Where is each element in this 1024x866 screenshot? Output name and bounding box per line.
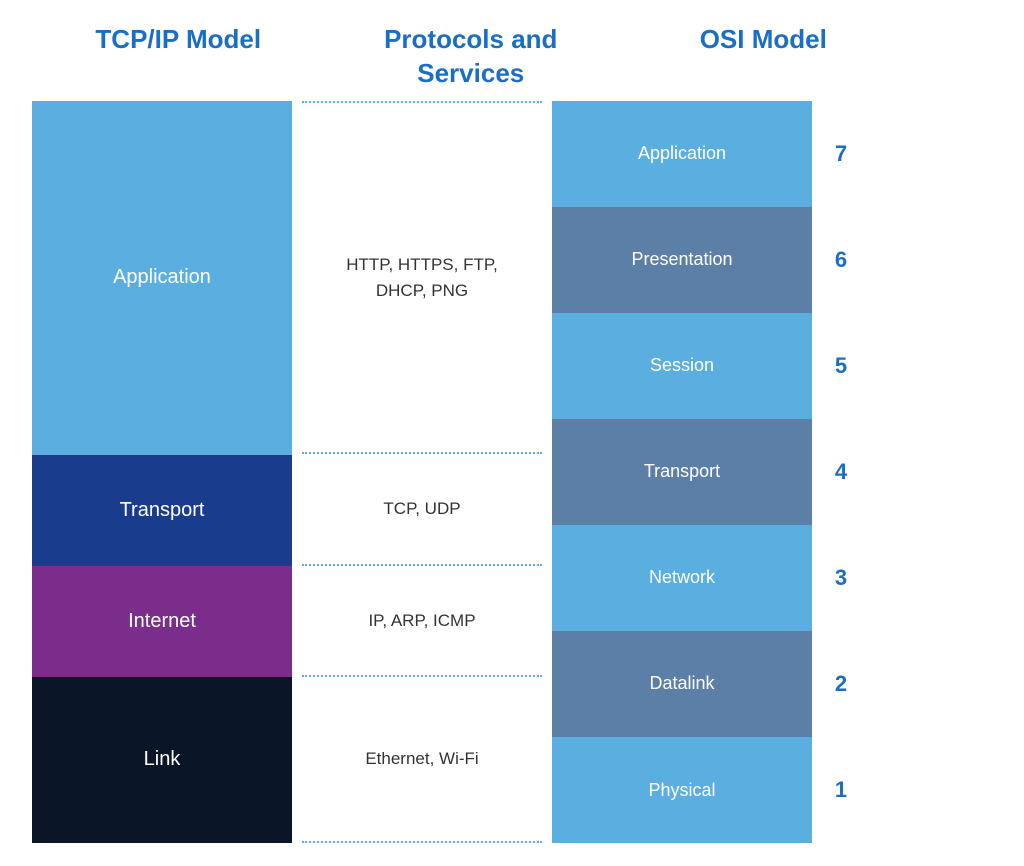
osi-number-2: 2	[820, 631, 862, 737]
app-protocols-text: HTTP, HTTPS, FTP,DHCP, PNG	[346, 252, 497, 303]
tcpip-title: TCP/IP Model	[48, 23, 308, 91]
tcpip-column: Application Transport Internet Link	[32, 101, 292, 843]
osi-number-5: 5	[820, 313, 862, 419]
dotted-line-bottom	[302, 841, 542, 843]
osi-number-6: 6	[820, 207, 862, 313]
osi-layer-1: Physical	[552, 737, 812, 843]
diagram: TCP/IP Model Protocols andServices OSI M…	[32, 23, 992, 843]
tcpip-internet-layer: Internet	[32, 566, 292, 677]
osi-layer-2: Datalink	[552, 631, 812, 737]
osi-numbers-column: 7 6 5 4 3 2 1	[812, 101, 862, 843]
osi-layer-4: Transport	[552, 419, 812, 525]
transport-protocols-section: TCP, UDP	[302, 454, 542, 563]
headers-row: TCP/IP Model Protocols andServices OSI M…	[32, 23, 992, 91]
osi-layer-6: Presentation	[552, 207, 812, 313]
tcpip-transport-layer: Transport	[32, 455, 292, 566]
transport-protocols-text: TCP, UDP	[383, 496, 460, 522]
osi-layer-5: Session	[552, 313, 812, 419]
osi-number-4: 4	[820, 419, 862, 525]
protocols-column: HTTP, HTTPS, FTP,DHCP, PNG TCP, UDP IP, …	[292, 101, 552, 843]
content-area: Application Transport Internet Link HTTP…	[32, 101, 992, 843]
protocols-title: Protocols andServices	[341, 23, 601, 91]
osi-number-3: 3	[820, 525, 862, 631]
osi-column: Application Presentation Session Transpo…	[552, 101, 812, 843]
osi-layer-7: Application	[552, 101, 812, 207]
internet-protocols-text: IP, ARP, ICMP	[368, 608, 475, 634]
osi-number-7: 7	[820, 101, 862, 207]
link-protocols-section: Ethernet, Wi-Fi	[302, 677, 542, 841]
osi-layer-3: Network	[552, 525, 812, 631]
app-protocols-section: HTTP, HTTPS, FTP,DHCP, PNG	[302, 103, 542, 453]
tcpip-application-layer: Application	[32, 101, 292, 456]
osi-number-1: 1	[820, 737, 862, 843]
internet-protocols-section: IP, ARP, ICMP	[302, 566, 542, 675]
tcpip-link-layer: Link	[32, 677, 292, 843]
link-protocols-text: Ethernet, Wi-Fi	[365, 746, 478, 772]
osi-title: OSI Model	[633, 23, 893, 91]
